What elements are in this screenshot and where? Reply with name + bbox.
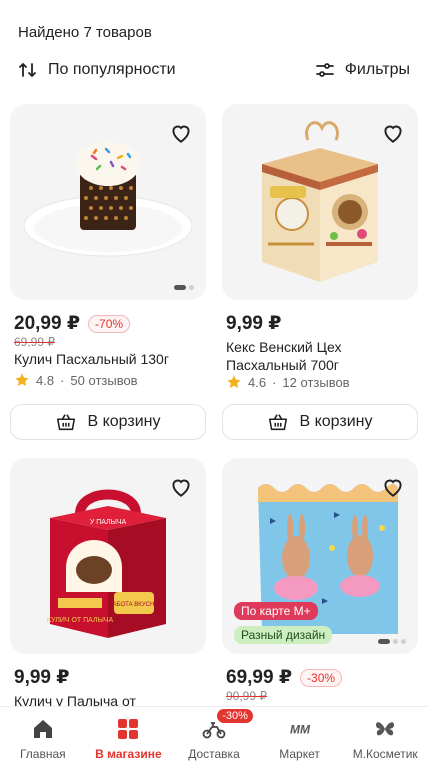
loyalty-card-badge: По карте М+ [234, 602, 318, 620]
box-brand-text: У ПАЛЫЧА [90, 519, 127, 526]
tab-label: М.Косметик [352, 747, 418, 761]
design-badge: Разный дизайн [234, 626, 333, 644]
basket-icon [57, 414, 76, 431]
old-price: 90,99 ₽ [226, 689, 267, 703]
product-grid: 20,99 ₽ -70% 69,99 ₽ Кулич Пасхальный 13… [0, 100, 428, 710]
tab-label: Доставка [188, 747, 240, 761]
delivery-promo-badge: -30% [217, 709, 253, 723]
add-to-cart-label: В корзину [87, 413, 161, 430]
tab-home[interactable]: Главная [0, 707, 86, 768]
tab-cosmetics[interactable]: М.Косметик [342, 707, 428, 768]
price: 9,99 ₽ [226, 313, 282, 334]
discount-badge: -30% [300, 668, 343, 687]
sort-label: По популярности [48, 61, 176, 78]
sliders-icon [315, 63, 334, 77]
home-icon [33, 720, 52, 738]
market-logo-icon: MM [290, 723, 311, 737]
product-card[interactable]: У ПАЛЫЧА КУЛИЧ ОТ ПАЛЫЧА ЗАБОТА ВКУСНО 9… [10, 458, 206, 710]
favorite-heart-icon[interactable] [380, 120, 406, 146]
box-slogan-text: ЗАБОТА ВКУСНО [109, 602, 159, 608]
product-image[interactable]: По карте М+ Разный дизайн [222, 458, 418, 654]
add-to-cart-button[interactable]: В корзину [222, 404, 418, 440]
product-name[interactable]: Кулич Пасхальный 130г [14, 350, 204, 368]
top-bar: Найдено 7 товаров По популярности Фильтр… [0, 0, 428, 100]
box-title-text: КУЛИЧ ОТ ПАЛЫЧА [47, 617, 114, 624]
product-image[interactable] [10, 104, 206, 300]
product-image[interactable]: У ПАЛЫЧА КУЛИЧ ОТ ПАЛЫЧА ЗАБОТА ВКУСНО [10, 458, 206, 654]
product-card[interactable]: 9,99 ₽ Кекс Венский Цех Пасхальный 700г … [222, 104, 418, 440]
sort-filter-row: По популярности Фильтры [18, 58, 410, 82]
rating: 4.6 · 12 отзывов [226, 374, 350, 390]
price: 9,99 ₽ [14, 667, 70, 688]
price: 69,99 ₽ [226, 667, 293, 688]
butterfly-icon [376, 722, 395, 736]
tab-label: Главная [19, 747, 66, 761]
bottom-tab-bar: Главная В магазине -30% Доставка MM Марк… [0, 706, 428, 768]
tab-label: Маркет [279, 747, 320, 761]
sort-arrows-icon [19, 62, 36, 78]
basket-icon [269, 414, 288, 431]
tab-market[interactable]: MM Маркет [257, 707, 343, 768]
tab-delivery[interactable]: -30% Доставка [171, 707, 257, 768]
product-image[interactable] [222, 104, 418, 300]
product-name[interactable]: Кекс Венский Цех Пасхальный 700г [226, 338, 416, 374]
reviews-count: 50 отзывов [70, 372, 138, 388]
favorite-heart-icon[interactable] [168, 474, 194, 500]
product-card[interactable]: По карте М+ Разный дизайн 69,99 ₽ -30% 9… [222, 458, 418, 710]
favorite-heart-icon[interactable] [380, 474, 406, 500]
price-row: 9,99 ₽ [226, 312, 281, 335]
reviews-count: 12 отзывов [282, 374, 350, 390]
price-row: 20,99 ₽ -70% [14, 312, 131, 335]
sort-button[interactable]: По популярности [18, 60, 176, 80]
price-row: 69,99 ₽ -30% [226, 666, 343, 689]
add-to-cart-label: В корзину [299, 413, 373, 430]
image-carousel-dots [378, 639, 406, 644]
rating: 4.8 · 50 отзывов [14, 372, 138, 388]
tab-label: В магазине [95, 747, 162, 761]
star-icon [15, 373, 29, 387]
discount-badge: -70% [88, 314, 131, 333]
add-to-cart-button[interactable]: В корзину [10, 404, 206, 440]
product-card[interactable]: 20,99 ₽ -70% 69,99 ₽ Кулич Пасхальный 13… [10, 104, 206, 440]
price: 20,99 ₽ [14, 313, 81, 334]
tab-in-store[interactable]: В магазине [86, 707, 172, 768]
rating-value: 4.8 [36, 372, 55, 388]
rating-value: 4.6 [248, 374, 267, 390]
image-carousel-dots [174, 285, 194, 290]
results-count: Найдено 7 товаров [18, 24, 152, 41]
price-row: 9,99 ₽ [14, 666, 69, 689]
market-logo-text: MM [290, 723, 311, 737]
filter-button[interactable]: Фильтры [315, 60, 410, 80]
star-icon [227, 375, 241, 389]
filter-label: Фильтры [344, 61, 410, 78]
store-icon [118, 719, 139, 739]
favorite-heart-icon[interactable] [168, 120, 194, 146]
old-price: 69,99 ₽ [14, 335, 55, 349]
